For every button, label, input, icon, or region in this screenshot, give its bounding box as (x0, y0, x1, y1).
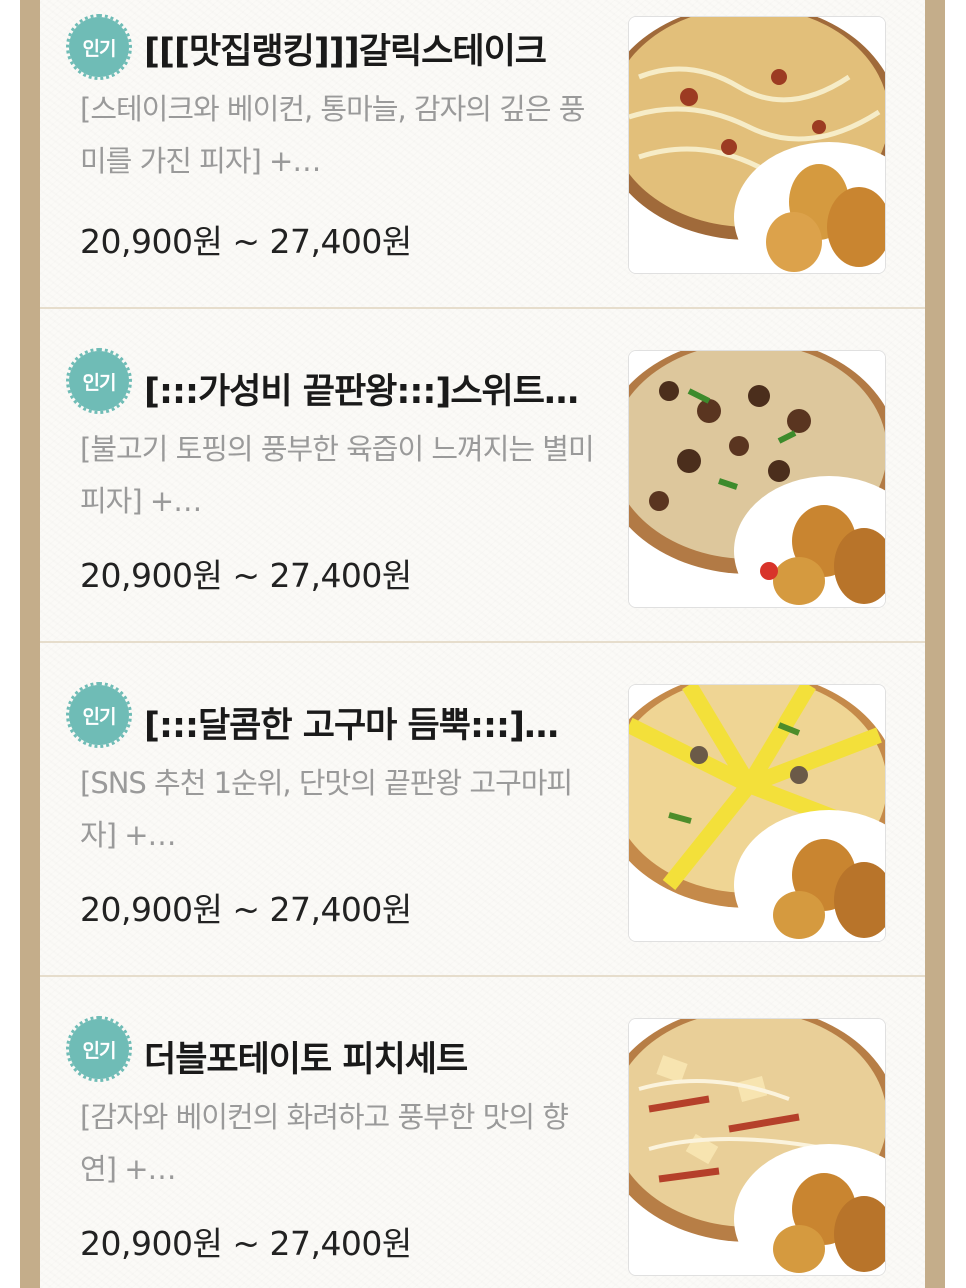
menu-item-description: [불고기 토핑의 풍부한 육즙이 느껴지는 별미 피자] +… (80, 432, 595, 518)
menu-item-title[interactable]: [[[맛집랭킹]]]갈릭스테이크 (144, 23, 594, 74)
menu-item-title[interactable]: [:::가성비 끝판왕:::]스위트불고기 (144, 363, 594, 414)
popular-badge: 인기 (66, 682, 132, 748)
menu-item-1[interactable]: 인기 [[[맛집랭킹]]]갈릭스테이크 [스테이크와 베이컨, 통마늘, 감자의… (40, 0, 925, 309)
popular-badge: 인기 (66, 348, 132, 414)
menu-item-2[interactable]: 인기 [:::가성비 끝판왕:::]스위트불고기 [불고기 토핑의 풍부한 육즙… (40, 309, 925, 643)
pizza-chicken-image[interactable] (628, 1018, 886, 1276)
menu-item-3[interactable]: 인기 [:::달콤한 고구마 듬뿍:::]… [SNS 추천 1순위, 단맛의 … (40, 643, 925, 977)
menu-item-price: 20,900원 ~ 27,400원 (80, 1224, 412, 1263)
menu-item-price: 20,900원 ~ 27,400원 (80, 222, 412, 261)
popular-badge: 인기 (66, 1016, 132, 1082)
menu-item-description: [감자와 베이컨의 화려하고 풍부한 맛의 향연] +… (80, 1100, 569, 1186)
menu-item-4[interactable]: 인기 더블포테이토 피치세트 [감자와 베이컨의 화려하고 풍부한 맛의 향연]… (40, 977, 925, 1288)
menu-list: 인기 [[[맛집랭킹]]]갈릭스테이크 [스테이크와 베이컨, 통마늘, 감자의… (40, 0, 925, 1288)
menu-item-title[interactable]: 더블포테이토 피치세트 (144, 1031, 594, 1082)
menu-item-description: [스테이크와 베이컨, 통마늘, 감자의 깊은 풍미를 가진 피자] +… (80, 92, 585, 178)
menu-item-price: 20,900원 ~ 27,400원 (80, 890, 412, 929)
menu-item-title[interactable]: [:::달콤한 고구마 듬뿍:::]… (144, 697, 594, 748)
pizza-chicken-image[interactable] (628, 16, 886, 274)
menu-item-price: 20,900원 ~ 27,400원 (80, 556, 412, 595)
popular-badge: 인기 (66, 14, 132, 80)
pizza-chicken-image[interactable] (628, 350, 886, 608)
pizza-chicken-image[interactable] (628, 684, 886, 942)
menu-item-description: [SNS 추천 1순위, 단맛의 끝판왕 고구마피자] +… (80, 766, 573, 852)
